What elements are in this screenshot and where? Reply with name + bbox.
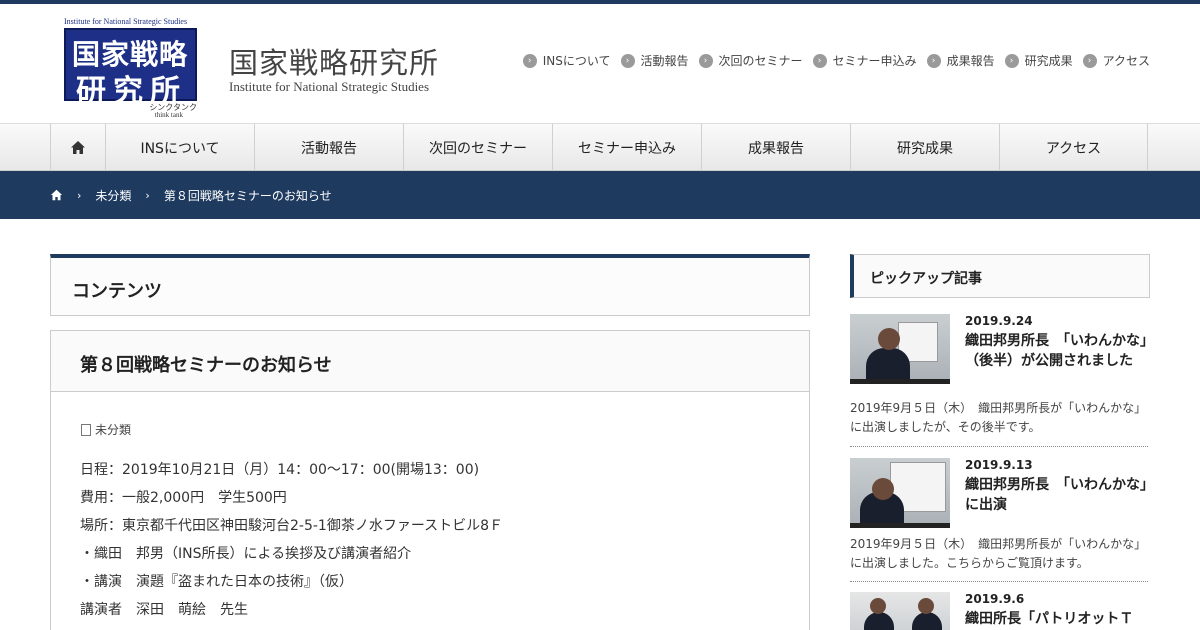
post-excerpt: 2019年9月５日（木） 織田邦男所長が「いわんかな」に出演しました。こちらから… (850, 537, 1147, 570)
chevron-right-icon: › (926, 53, 941, 68)
top-nav-item-access[interactable]: › アクセス (1082, 52, 1150, 69)
chevron-right-icon: › (1004, 53, 1019, 68)
home-icon (50, 189, 63, 201)
chevron-right-icon: › (1082, 53, 1097, 68)
post-divider (850, 581, 1148, 582)
breadcrumb-current: 第８回戦略セミナーのお知らせ (163, 188, 332, 203)
chevron-right-icon: › (812, 53, 827, 68)
post-title[interactable]: 織田邦男所長 「いわんかな」に出演 (965, 475, 1150, 515)
post-thumbnail[interactable] (850, 592, 950, 630)
post-date: 2019.9.13 (965, 458, 1033, 472)
post-divider (850, 446, 1148, 447)
chevron-right-icon: › (145, 188, 150, 202)
post-excerpt: 2019年9月５日（木） 織田邦男所長が「いわんかな」に出演しましたが、その後半… (850, 401, 1147, 434)
article-line: 場所：東京都千代田区神田駿河台2-5-1御茶ノ水ファーストビル8Ｆ (80, 518, 504, 534)
top-nav-item-about[interactable]: › INSについて (522, 52, 611, 69)
post-title[interactable]: 織田所長「パトリオットＴ (965, 609, 1150, 629)
global-nav-next-seminar[interactable]: 次回のセミナー (403, 124, 552, 171)
post-title[interactable]: 織田邦男所長 「いわんかな」（後半）が公開されました (965, 331, 1150, 371)
article-line: 講演者 深田 萌絵 先生 (80, 602, 248, 618)
article-line: ・講演 演題『盗まれた日本の技術』（仮） (80, 574, 353, 590)
site-logo[interactable]: Institute for National Strategic Studies… (64, 17, 197, 119)
global-nav-results[interactable]: 成果報告 (701, 124, 850, 171)
top-nav-item-seminar-apply[interactable]: › セミナー申込み (812, 52, 917, 69)
top-nav-label: 活動報告 (640, 54, 689, 68)
post-date: 2019.9.6 (965, 592, 1025, 606)
home-icon (71, 141, 85, 154)
article-line: 日程：2019年10月21日（月）14：00～17：00(開場13：00) (80, 462, 480, 478)
chevron-right-icon: › (77, 188, 82, 202)
side-post[interactable]: 2019.9.6 織田所長「パトリオットＴ (850, 592, 1150, 630)
article-category-label: 未分類 (95, 423, 132, 437)
chevron-right-icon: › (522, 53, 537, 68)
post-date: 2019.9.24 (965, 314, 1033, 328)
global-nav-access[interactable]: アクセス (999, 124, 1148, 171)
top-nav-label: アクセス (1102, 54, 1150, 68)
site-title[interactable]: 国家戦略研究所 (229, 40, 439, 82)
logo-emblem: 国家戦略 研究所 (64, 28, 197, 109)
pickup-heading: ピックアップ記事 (850, 254, 1150, 298)
global-nav-about[interactable]: INSについて (105, 124, 254, 171)
article-header: 第８回戦略セミナーのお知らせ (51, 331, 809, 392)
top-nav-item-results[interactable]: › 成果報告 (926, 52, 995, 69)
top-nav-label: INSについて (542, 54, 611, 68)
top-nav: › INSについて › 活動報告 › 次回のセミナー › セミナー申込み › 成果報告 ›… (522, 52, 1150, 69)
top-nav-label: 成果報告 (946, 54, 995, 68)
article-line: 費用：一般2,000円 学生500円 (80, 490, 287, 506)
contents-box: コンテンツ (50, 254, 810, 316)
logo-top-text: Institute for National Strategic Studies (64, 17, 188, 26)
article-title: 第８回戦略セミナーのお知らせ (80, 355, 332, 376)
global-nav-research[interactable]: 研究成果 (850, 124, 999, 171)
breadcrumb-home[interactable] (50, 189, 63, 201)
top-nav-label: 研究成果 (1024, 54, 1073, 68)
chevron-right-icon: › (698, 53, 713, 68)
article: 第８回戦略セミナーのお知らせ 未分類 日程：2019年10月21日（月）14：0… (50, 330, 810, 630)
top-accent-line (0, 0, 1200, 4)
logo-sub-en: think tank (154, 111, 183, 119)
site-subtitle: Institute for National Strategic Studies (229, 79, 430, 94)
folder-icon (81, 421, 94, 436)
side-post[interactable]: 2019.9.24 織田邦男所長 「いわんかな」（後半）が公開されました 201… (850, 314, 1150, 449)
top-nav-item-research[interactable]: › 研究成果 (1004, 52, 1073, 69)
breadcrumb: › 未分類 › 第８回戦略セミナーのお知らせ (50, 171, 332, 219)
chevron-right-icon: › (620, 53, 635, 68)
post-thumbnail[interactable] (850, 314, 950, 384)
global-nav-activity[interactable]: 活動報告 (254, 124, 403, 171)
article-category[interactable]: 未分類 (81, 421, 131, 438)
contents-title: コンテンツ (72, 281, 162, 302)
top-nav-item-activity[interactable]: › 活動報告 (620, 52, 689, 69)
breadcrumb-category[interactable]: 未分類 (95, 187, 131, 204)
post-thumbnail[interactable] (850, 458, 950, 528)
global-nav-home[interactable] (50, 124, 105, 171)
global-nav-seminar-apply[interactable]: セミナー申込み (552, 124, 701, 171)
side-post[interactable]: 2019.9.13 織田邦男所長 「いわんかな」に出演 2019年9月５日（木）… (850, 458, 1150, 583)
top-nav-item-next-seminar[interactable]: › 次回のセミナー (698, 52, 803, 69)
article-line: ・織田 邦男（INS所長）による挨拶及び講演者紹介 (80, 546, 412, 562)
pickup-title: ピックアップ記事 (870, 271, 982, 287)
global-nav: INSについて 活動報告 次回のセミナー セミナー申込み 成果報告 研究成果 ア… (0, 123, 1200, 171)
top-nav-label: セミナー申込み (832, 54, 917, 68)
top-nav-label: 次回のセミナー (718, 54, 803, 68)
breadcrumb-bar: › 未分類 › 第８回戦略セミナーのお知らせ (0, 171, 1200, 219)
